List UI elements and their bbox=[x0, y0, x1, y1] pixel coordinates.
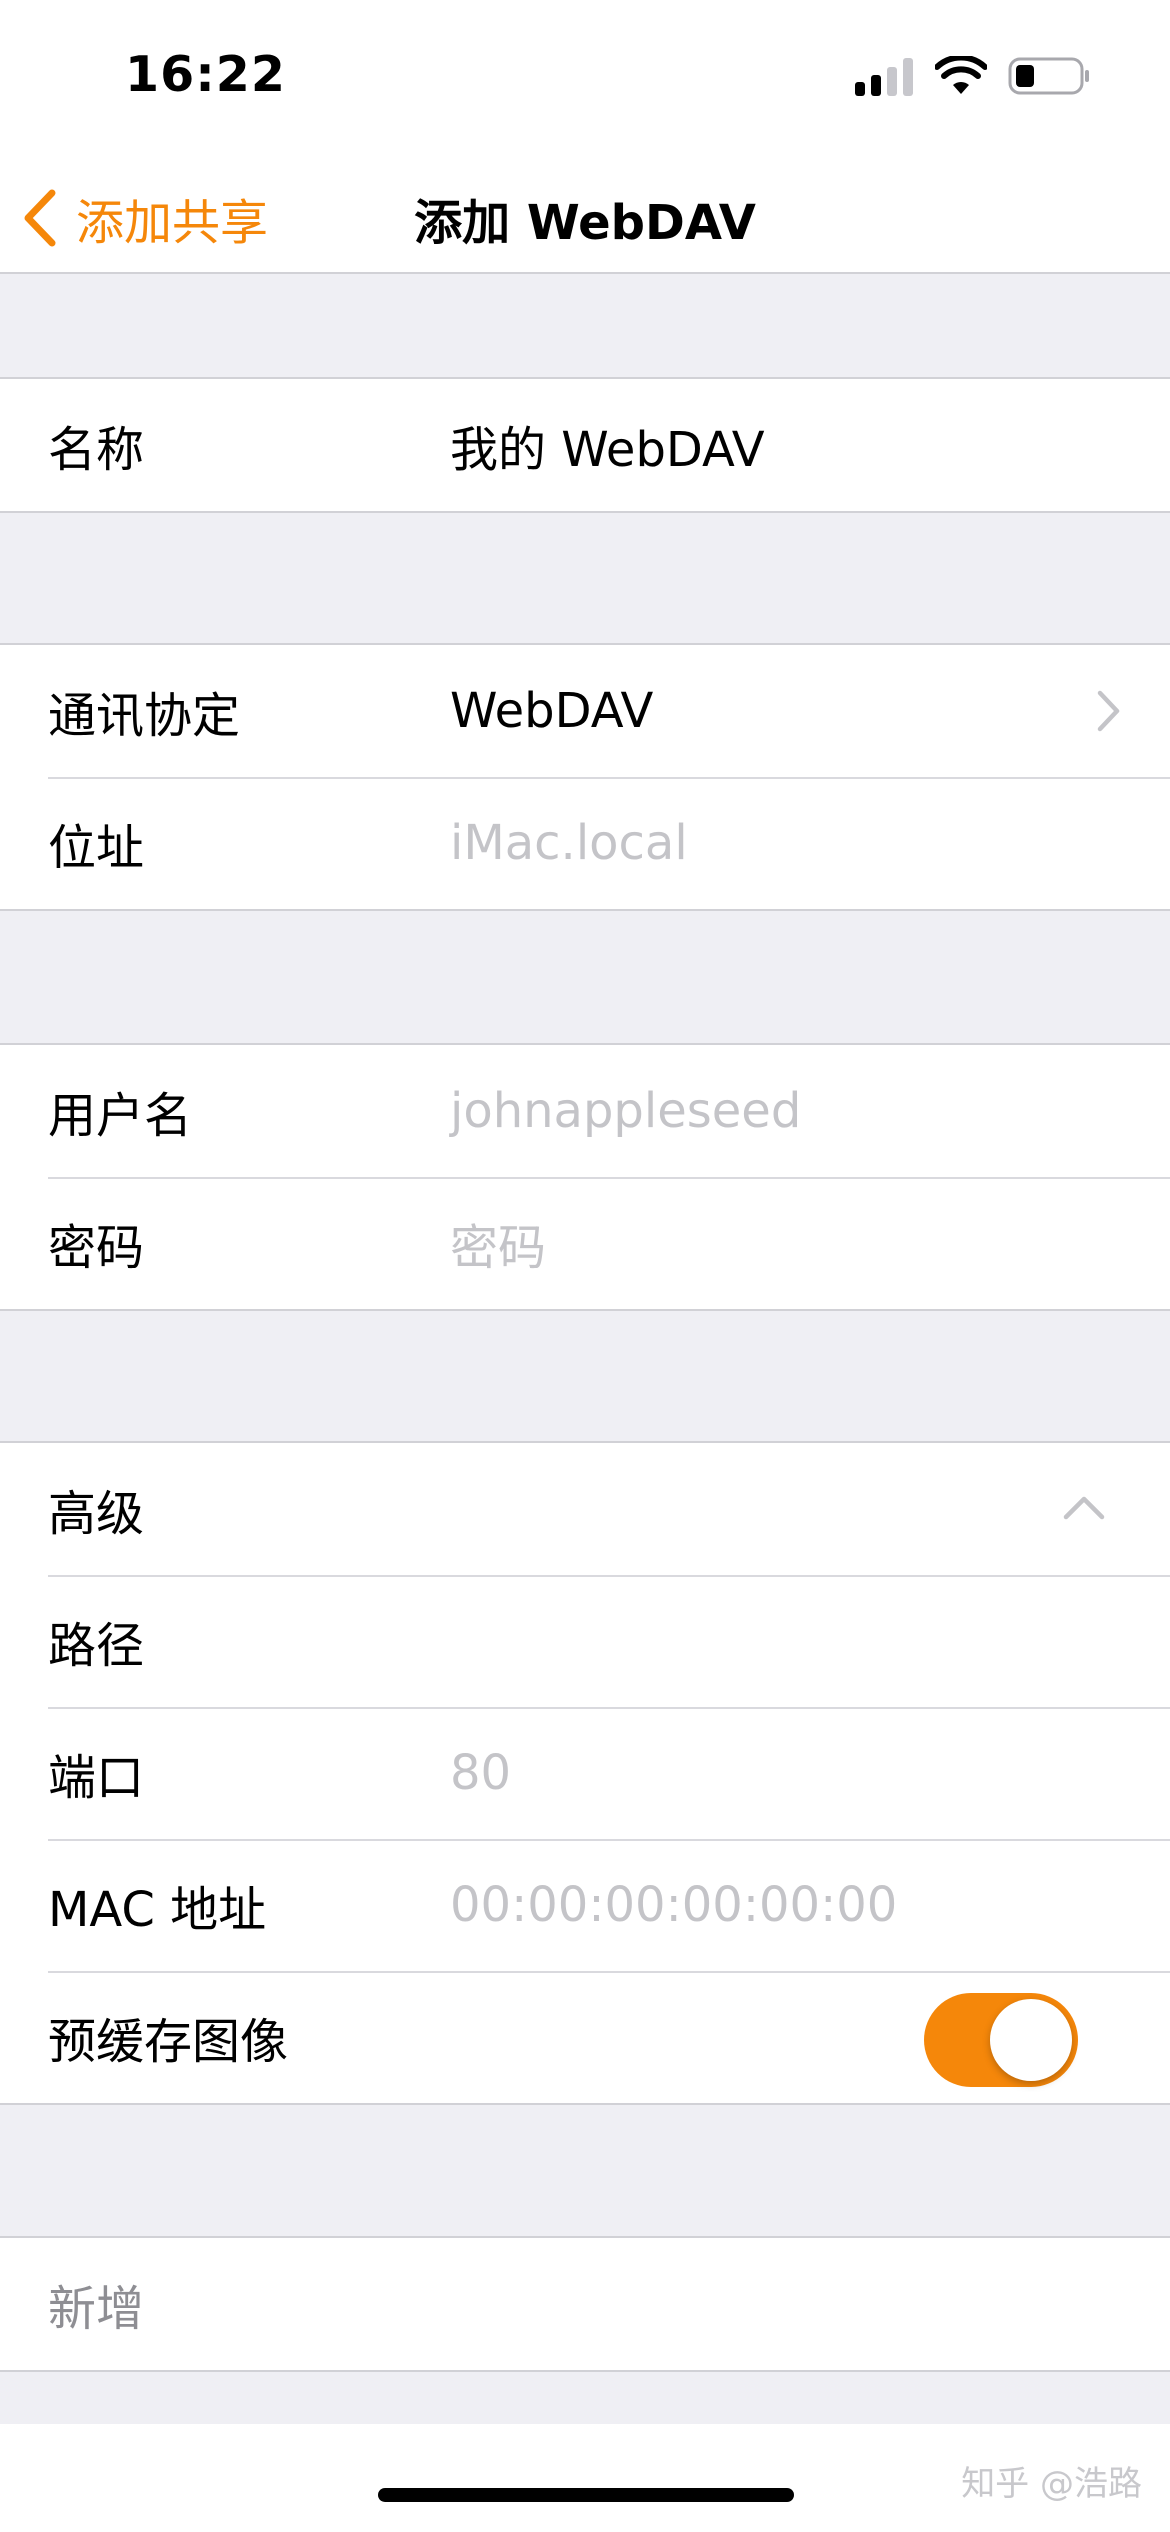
username-field[interactable]: johnappleseed bbox=[450, 1045, 801, 1177]
precache-images-label: 预缓存图像 bbox=[48, 2014, 289, 2070]
protocol-value: WebDAV bbox=[450, 683, 654, 739]
port-field[interactable]: 80 bbox=[450, 1707, 511, 1839]
address-label: 位址 bbox=[48, 820, 145, 876]
page-title: 添加 WebDAV bbox=[414, 195, 756, 251]
path-label: 路径 bbox=[48, 1618, 145, 1674]
name-field[interactable]: 我的 WebDAV bbox=[450, 379, 765, 511]
advanced-label: 高级 bbox=[48, 1486, 145, 1542]
name-label: 名称 bbox=[48, 422, 145, 478]
username-label: 用户名 bbox=[48, 1088, 193, 1144]
path-row[interactable]: 路径 bbox=[0, 1575, 1170, 1707]
precache-images-row: 预缓存图像 bbox=[0, 1971, 1170, 2103]
add-button-label: 新增 bbox=[48, 2281, 145, 2337]
port-label: 端口 bbox=[48, 1750, 145, 1806]
mac-address-field[interactable]: 00:00:00:00:00:00 bbox=[450, 1839, 897, 1971]
password-label: 密码 bbox=[48, 1220, 145, 1276]
toggle-knob bbox=[990, 1999, 1072, 2081]
add-group: 新增 bbox=[0, 2236, 1170, 2372]
address-row[interactable]: 位址 iMac.local bbox=[0, 777, 1170, 909]
advanced-group: 高级 路径 端口 80 MAC 地址 00:00:00:00:00:00 预缓存… bbox=[0, 1441, 1170, 2105]
mac-address-label: MAC 地址 bbox=[48, 1882, 267, 1938]
name-group: 名称 我的 WebDAV bbox=[0, 377, 1170, 513]
status-bar: 16:22 bbox=[0, 0, 1170, 160]
username-row[interactable]: 用户名 johnappleseed bbox=[0, 1045, 1170, 1177]
chevron-up-icon[interactable] bbox=[1062, 1493, 1106, 1521]
protocol-label: 通讯协定 bbox=[48, 688, 241, 744]
back-button-label: 添加共享 bbox=[76, 195, 269, 251]
advanced-header-row[interactable]: 高级 bbox=[0, 1443, 1170, 1575]
password-field[interactable]: 密码 bbox=[450, 1177, 546, 1309]
watermark: 知乎 @浩路 bbox=[961, 2464, 1142, 2504]
battery-icon bbox=[1008, 57, 1089, 95]
chevron-right-icon bbox=[1097, 690, 1120, 732]
status-time: 16:22 bbox=[125, 46, 286, 103]
home-indicator[interactable] bbox=[378, 2488, 794, 2502]
address-field[interactable]: iMac.local bbox=[450, 777, 688, 909]
protocol-row[interactable]: 通讯协定 WebDAV bbox=[0, 645, 1170, 777]
cellular-signal-icon bbox=[855, 58, 915, 96]
credentials-group: 用户名 johnappleseed 密码 密码 bbox=[0, 1043, 1170, 1311]
password-row[interactable]: 密码 密码 bbox=[0, 1177, 1170, 1309]
back-button[interactable]: 添加共享 bbox=[20, 178, 268, 258]
precache-images-toggle[interactable] bbox=[924, 1993, 1078, 2087]
connection-group: 通讯协定 WebDAV 位址 iMac.local bbox=[0, 643, 1170, 911]
name-row[interactable]: 名称 我的 WebDAV bbox=[0, 379, 1170, 511]
navigation-bar: 添加共享 添加 WebDAV bbox=[0, 160, 1170, 274]
mac-address-row[interactable]: MAC 地址 00:00:00:00:00:00 bbox=[0, 1839, 1170, 1971]
wifi-icon bbox=[935, 56, 987, 94]
add-button[interactable]: 新增 bbox=[0, 2238, 1170, 2370]
chevron-left-icon bbox=[24, 189, 56, 247]
port-row[interactable]: 端口 80 bbox=[0, 1707, 1170, 1839]
